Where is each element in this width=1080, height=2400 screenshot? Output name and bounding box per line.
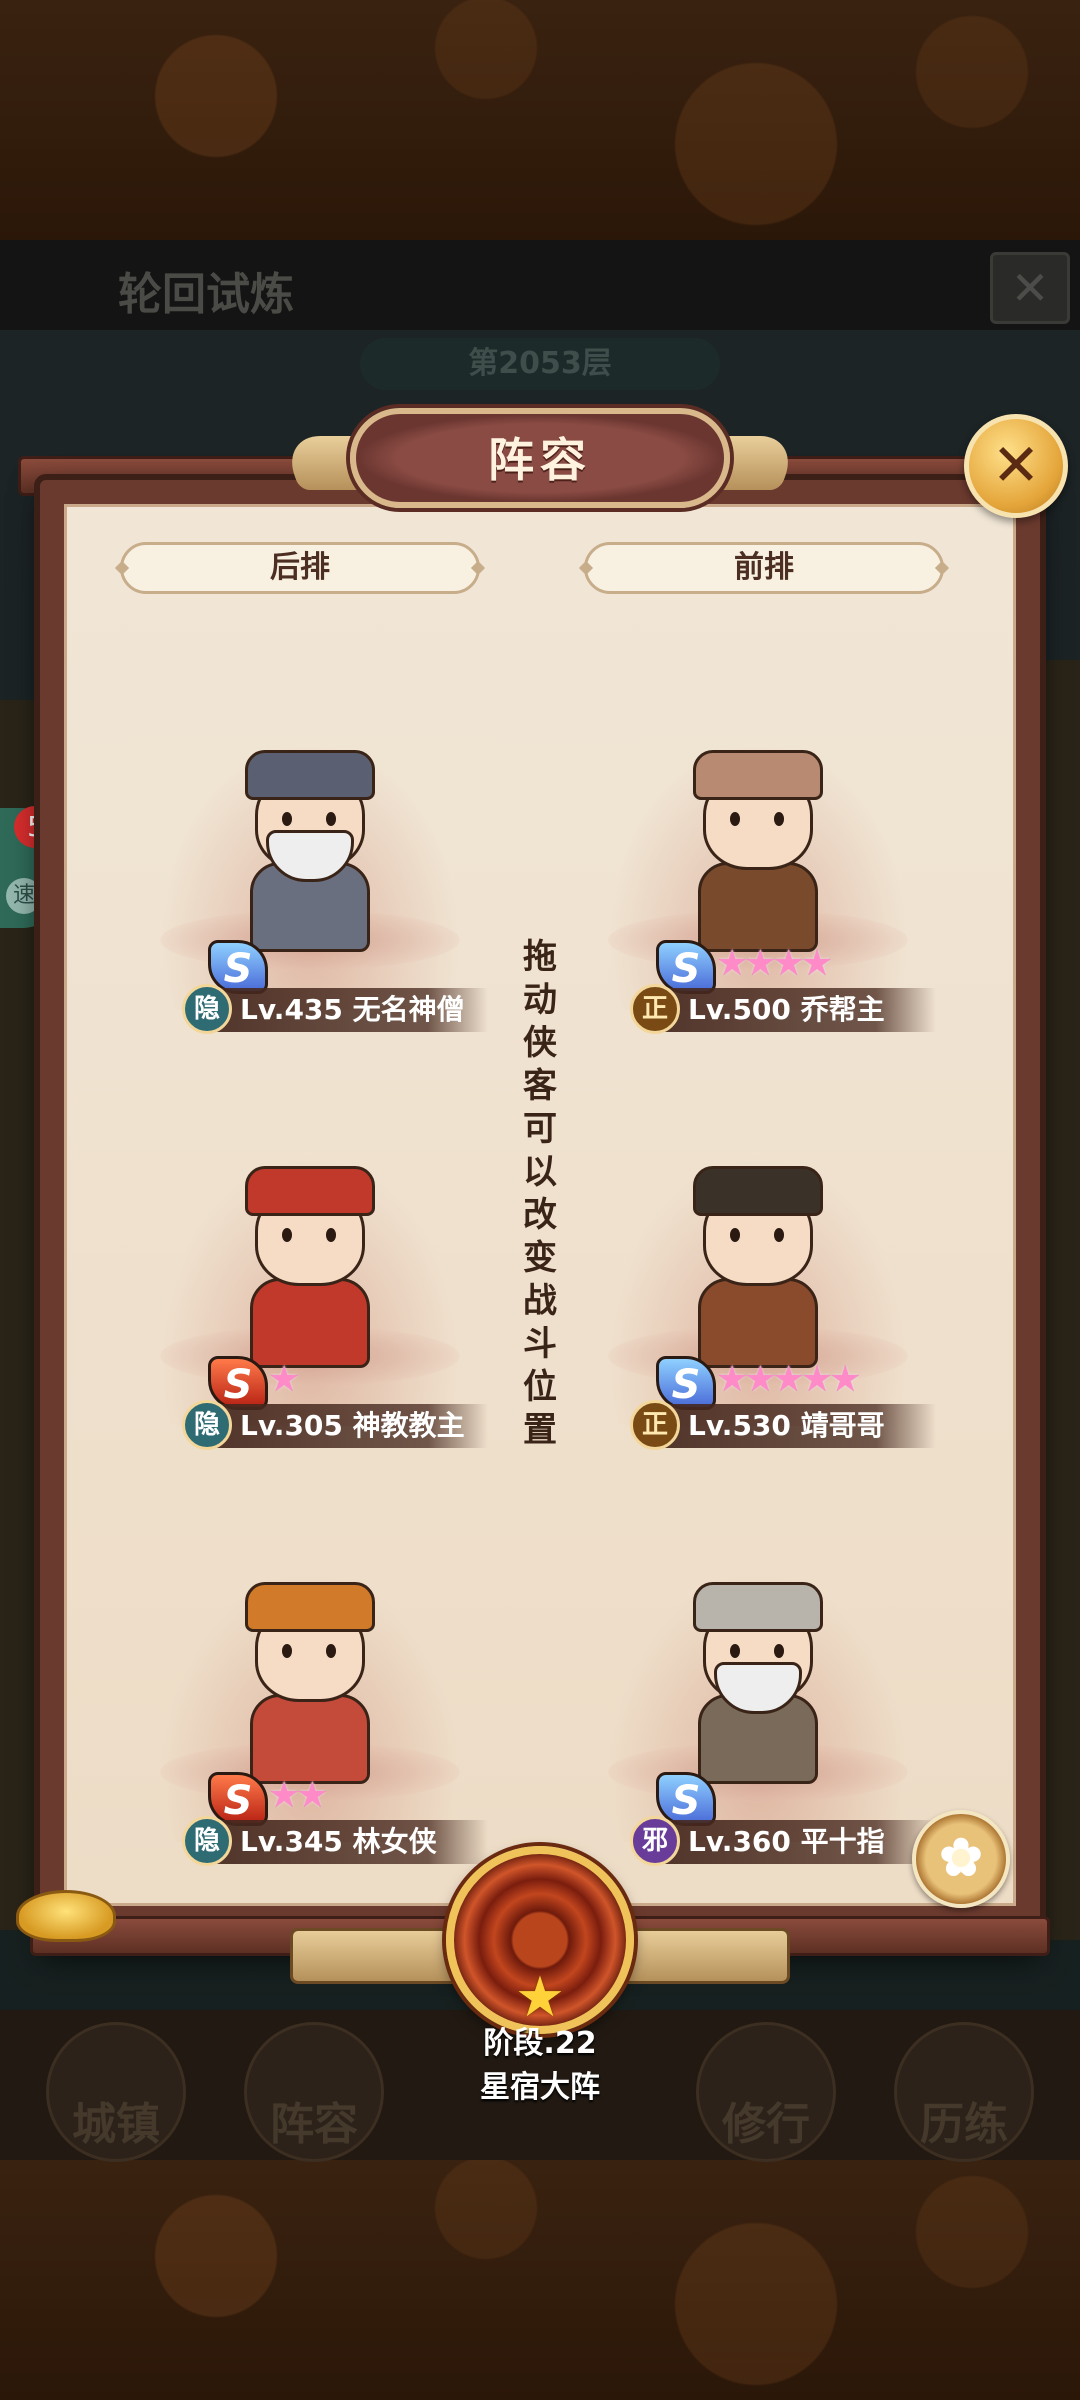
faction-badge: 隐 [182,1816,232,1866]
hero-eye [774,812,784,826]
star-rating: ★★ [268,1775,329,1816]
hero-hat [693,1582,823,1632]
hero-hat [693,1166,823,1216]
faction-badge: 邪 [630,1816,680,1866]
formation-name: 星宿大阵 [480,2070,600,2105]
nav-lineup: 阵容 [244,2022,384,2162]
hero-body [250,1278,370,1368]
gold-ingot-decoration [16,1890,116,1942]
hero-body [698,1278,818,1368]
hero-portrait [678,1582,838,1784]
hero-level-name: Lv.500 乔帮主 [688,993,885,1026]
hero-portrait [230,1166,390,1368]
hero-slot[interactable]: S 邪 Lv.360 平十指 [568,1532,968,1866]
close-button[interactable]: ✕ [964,414,1068,518]
hero-eye [774,1228,784,1242]
hero-eye [730,812,740,826]
drag-hint-text: 拖动侠客可以改变战斗位置 [523,937,557,1450]
star-rating: ★ [268,1359,300,1400]
faction-badge: 正 [630,1400,680,1450]
hero-eye [282,1644,292,1658]
hero-level-name: Lv.305 神教教主 [240,1409,465,1442]
background-close-icon: ✕ [990,252,1070,324]
hero-body [698,862,818,952]
front-row-label: 前排 [584,542,944,594]
floor-indicator: 第2053层 [360,338,720,390]
hero-level-name: Lv.530 靖哥哥 [688,1409,885,1442]
hero-hat [245,750,375,800]
background-bottom-pattern [0,2160,1080,2400]
faction-badge: 正 [630,984,680,1034]
star-rating: ★★★★ [716,943,833,984]
hero-body [250,1694,370,1784]
hero-eye [730,1228,740,1242]
hero-slot[interactable]: S ★★★★ 正 Lv.500 乔帮主 [568,700,968,1034]
hero-slot[interactable]: S ★ 隐 Lv.305 神教教主 [120,1116,520,1450]
hero-eye [774,1644,784,1658]
background-title: 轮回试炼 [118,269,294,320]
faction-badge: 隐 [182,984,232,1034]
star-icon: ★ [514,1965,566,2030]
hero-eye [326,1228,336,1242]
background-top-pattern [0,0,1080,240]
hero-eye [282,812,292,826]
star-rating: ★★★★★ [716,1359,861,1400]
speed-label: 速 [6,878,42,914]
close-icon: ✕ [991,431,1041,499]
hero-hat [245,1582,375,1632]
hero-slot[interactable]: S ★★ 隐 Lv.345 林女侠 [120,1532,520,1866]
hero-portrait [230,750,390,952]
background-side-panel-right [1040,660,1080,1940]
hero-portrait [230,1582,390,1784]
dialog-title: 阵容 [488,433,592,487]
hero-eye [730,1644,740,1658]
hero-eye [282,1228,292,1242]
hero-eye [326,812,336,826]
hero-portrait [678,1166,838,1368]
hero-slot[interactable]: S ★★★★★ 正 Lv.530 靖哥哥 [568,1116,968,1450]
back-row-label: 后排 [120,542,480,594]
faction-badge: 隐 [182,1400,232,1450]
hero-level-name: Lv.435 无名神僧 [240,993,465,1026]
background-header: 轮回试炼 ✕ [0,240,1080,330]
nav-training: 修行 [696,2022,836,2162]
hero-hat [693,750,823,800]
hero-eye [326,1644,336,1658]
flower-icon: ✿ [938,1826,984,1889]
hero-portrait [678,750,838,952]
hero-level-name: Lv.360 平十指 [688,1825,885,1858]
formation-stage: 阶段.22 [483,2026,597,2061]
hero-hat [245,1166,375,1216]
flower-menu-button[interactable]: ✿ [912,1810,1010,1908]
hero-level-name: Lv.345 林女侠 [240,1825,437,1858]
nav-town: 城镇 [46,2022,186,2162]
hero-slot[interactable]: S 隐 Lv.435 无名神僧 [120,700,520,1034]
nav-adventure: 历练 [894,2022,1034,2162]
